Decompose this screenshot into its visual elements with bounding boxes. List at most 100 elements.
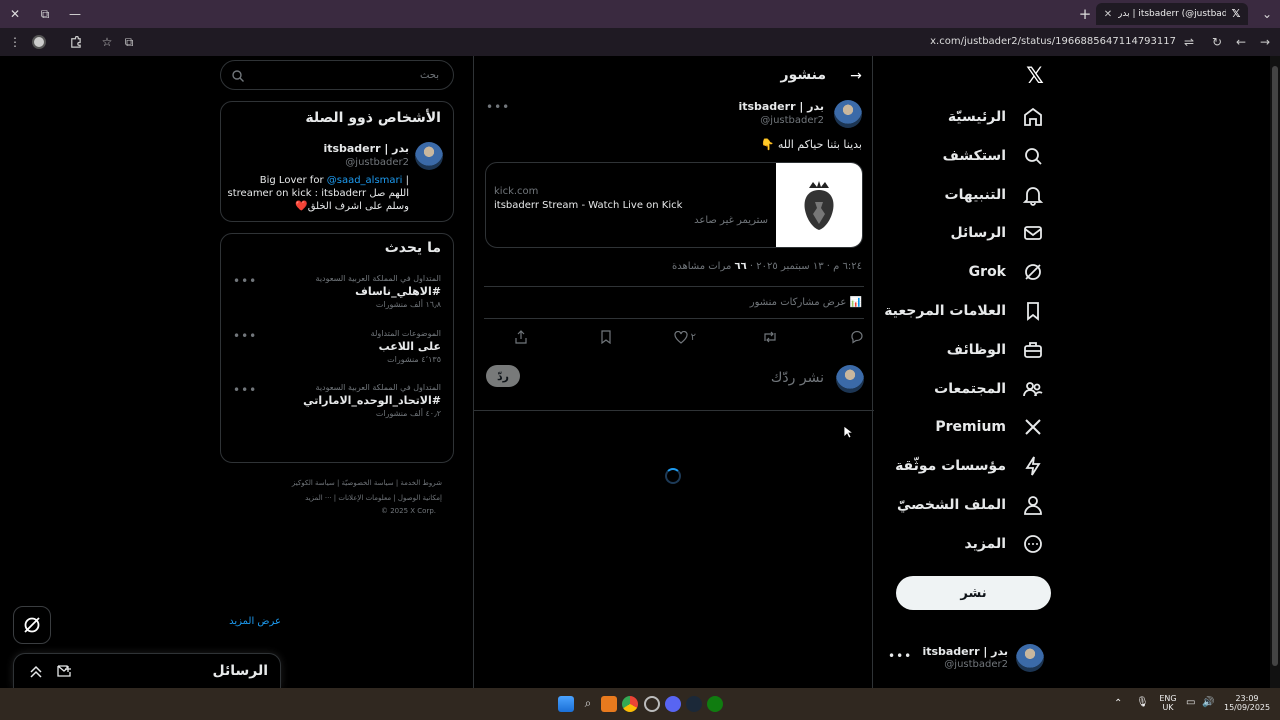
language-indicator[interactable]: ENG UK [1156, 694, 1180, 712]
volume-icon[interactable]: 🔊 [1202, 697, 1214, 708]
xbox-icon[interactable] [707, 696, 723, 712]
bar-chart-icon: 📊 [849, 297, 862, 308]
close-tab-icon[interactable]: ✕ [1102, 9, 1114, 20]
footer-link[interactable]: سياسة الخصوصيّة [342, 479, 394, 487]
like-button[interactable]: ٢ [674, 326, 696, 348]
nav-item-label: المجتمعات [934, 380, 1006, 397]
nav-item[interactable]: استكشف [880, 139, 1046, 173]
reply-button[interactable]: ردّ [486, 365, 520, 387]
messages-drawer[interactable]: الرسائل [13, 653, 281, 688]
tune-icon[interactable]: ⇌ [1180, 33, 1198, 51]
more-dots-icon[interactable]: ••• [233, 383, 257, 397]
search-icon [1020, 143, 1046, 169]
related-bio-line: وسلم على اشرف الخلق❤️ [295, 201, 409, 212]
new-message-icon[interactable] [56, 663, 72, 679]
bookmark-icon[interactable] [600, 326, 612, 348]
menu-dots-icon[interactable]: ⋮ [6, 33, 24, 51]
search-icon[interactable]: ⌕ [580, 696, 596, 712]
reload-icon[interactable]: ↻ [1208, 33, 1226, 51]
grok-icon [24, 617, 40, 633]
trend-count: ١٦٫٨ ألف منشورات [375, 300, 441, 309]
author-handle[interactable]: @justbader2 [760, 115, 824, 126]
avatar[interactable] [834, 100, 862, 128]
nav-item-label: الملف الشخصيّ [896, 497, 1006, 513]
windows-start-icon[interactable] [558, 696, 574, 712]
nav-item[interactable]: التنبيهات [880, 178, 1046, 212]
new-tab-icon[interactable]: + [1074, 4, 1096, 24]
nav-item[interactable]: الوظائف [880, 333, 1046, 367]
nav-item[interactable]: Grok [880, 255, 1046, 289]
nav-item[interactable]: المجتمعات [880, 372, 1046, 406]
steam-icon[interactable] [686, 696, 702, 712]
discord-icon[interactable] [665, 696, 681, 712]
panel-title: ما يحدث [384, 240, 441, 256]
back-icon[interactable]: ← [1232, 33, 1250, 51]
extensions-icon[interactable] [66, 33, 84, 51]
network-icon[interactable]: ▭ [1186, 697, 1195, 708]
trend-item[interactable]: الموضوعات المتداولة على اللاعب ٤٬١٣٥ منشور… [221, 329, 453, 381]
post-button[interactable]: نشر [896, 576, 1051, 610]
nav-item[interactable]: العلامات المرجعية [880, 294, 1046, 328]
footer-link[interactable]: ··· المزيد [305, 494, 332, 502]
footer-link[interactable]: معلومات الإعلانات [338, 494, 391, 502]
bio-mention-link[interactable]: @saad_alsmari [327, 175, 403, 186]
app-icon[interactable] [644, 696, 660, 712]
search-input[interactable]: بحث [220, 60, 454, 90]
link-card[interactable]: kick.com itsbaderr Stream - Watch Live o… [485, 162, 863, 248]
avatar[interactable] [415, 142, 443, 170]
browser-titlebar: ✕ ⧉ — + ✕ بدر | itsbaderr (@justbader2) … [0, 0, 1280, 28]
grok-button[interactable] [13, 606, 51, 644]
share-icon[interactable] [514, 326, 528, 348]
trend-item[interactable]: المتداول في المملكة العربية السعودية #الا… [221, 383, 453, 435]
more-dots-icon[interactable]: ••• [233, 329, 257, 343]
forward-icon[interactable]: → [1256, 33, 1274, 51]
app-icon[interactable] [601, 696, 617, 712]
footer-link[interactable]: سياسة الكوكيز [292, 479, 335, 487]
footer-link[interactable]: شروط الخدمة [400, 479, 442, 487]
restore-window-icon[interactable]: ⧉ [34, 4, 56, 24]
trend-item[interactable]: المتداول في المملكة العربية السعودية #الا… [221, 274, 453, 326]
reply-input[interactable]: نشر ردّك [771, 370, 824, 386]
close-window-icon[interactable]: ✕ [4, 4, 26, 24]
nav-item[interactable]: الرسائل [880, 216, 1046, 250]
trend-name: #الاهلي_ناساف [355, 285, 441, 298]
post-timestamp[interactable]: ٦:٢٤ م · ١٣ سبتمبر ٢٠٢٥ · [750, 261, 862, 272]
taskbar: ⌕ ⌃ 🎙 ENG UK ▭ 🔊 23:09 15/09/2025 [0, 688, 1280, 720]
chrome-icon[interactable] [622, 696, 638, 712]
post-engagements-link[interactable]: 📊 عرض مشاركات منشور [750, 297, 862, 308]
browser-tab[interactable]: ✕ بدر | itsbaderr (@justbader2) / X 𝕏 [1096, 3, 1248, 25]
nav-item[interactable]: Premium [880, 410, 1046, 444]
more-dots-icon[interactable]: ••• [486, 100, 510, 114]
address-bar[interactable]: x.com/justbader2/status/1966885647114793… [930, 36, 1176, 47]
repost-icon[interactable] [762, 326, 778, 348]
nav-item[interactable]: المزيد [880, 527, 1046, 561]
related-name[interactable]: بدر | itsbaderr [323, 142, 409, 155]
clock[interactable]: 23:09 15/09/2025 [1224, 694, 1270, 712]
back-arrow-icon[interactable]: → [846, 66, 866, 86]
share-icon[interactable]: ⧉ [120, 33, 138, 51]
expand-chevrons-icon[interactable] [28, 663, 44, 679]
nav-item[interactable]: الملف الشخصيّ [880, 488, 1046, 522]
related-handle[interactable]: @justbader2 [345, 157, 409, 168]
nav-item[interactable]: الرئيسيّة [880, 100, 1046, 134]
tray-chevron-icon[interactable]: ⌃ [1114, 698, 1122, 709]
tab-list-chevron-icon[interactable]: ⌄ [1256, 4, 1278, 24]
footer-link[interactable]: إمكانية الوصول [398, 494, 442, 502]
star-icon[interactable]: ☆ [98, 33, 116, 51]
x-logo-icon[interactable]: 𝕏 [1024, 66, 1046, 88]
minimize-window-icon[interactable]: — [64, 4, 86, 24]
page-scrollbar[interactable] [1270, 56, 1280, 688]
trend-count: ٤٠٫٢ ألف منشورات [375, 409, 441, 418]
more-dots-icon[interactable]: ••• [233, 274, 257, 288]
microphone-icon[interactable]: 🎙 [1136, 697, 1149, 708]
card-title: itsbaderr Stream - Watch Live on Kick [494, 200, 683, 211]
nav-item[interactable]: مؤسسات موثّقة [880, 449, 1046, 483]
author-name[interactable]: بدر | itsbaderr [738, 100, 824, 113]
more-dots-icon[interactable]: ••• [888, 649, 912, 663]
account-switcher[interactable]: بدر | itsbaderr @justbader2 ••• [880, 641, 1052, 675]
reply-icon[interactable] [850, 326, 864, 348]
show-more-link[interactable]: عرض المزيد [229, 616, 281, 627]
bookmark-icon [1020, 298, 1046, 324]
view-label: مرات مشاهدة [671, 261, 732, 272]
profile-icon[interactable] [30, 33, 48, 51]
